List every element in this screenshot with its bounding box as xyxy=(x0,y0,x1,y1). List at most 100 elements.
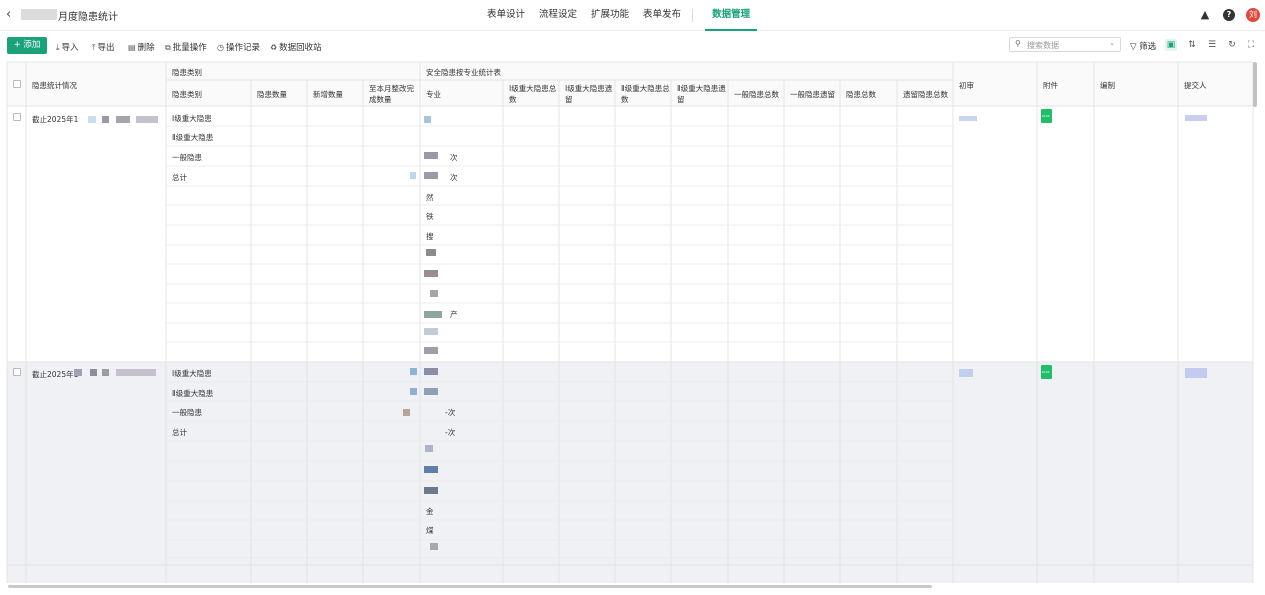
redacted-block xyxy=(424,172,438,179)
view-card-icon[interactable]: ▣ xyxy=(1165,39,1177,51)
redacted-block xyxy=(116,369,156,376)
search-input[interactable]: ⚲ 搜索数据 ⌄ xyxy=(1009,37,1121,52)
redacted-block xyxy=(410,368,417,375)
specialty-text: 搜 xyxy=(426,232,434,241)
recycle-icon: ♻ xyxy=(270,43,278,52)
tab-publish[interactable]: 表单发布 xyxy=(636,0,688,31)
vertical-scrollbar[interactable] xyxy=(1253,62,1257,107)
category-cell: 一般隐患 xyxy=(172,408,202,417)
title-redacted xyxy=(21,9,57,20)
specialty-text: 煤 xyxy=(426,526,434,535)
specialty-text: 然 xyxy=(426,193,434,202)
select-all-checkbox[interactable] xyxy=(13,80,21,88)
redacted-block xyxy=(88,116,96,123)
category-cell: 总计 xyxy=(172,173,187,182)
col-left-total-header[interactable]: 遗留隐患总数 xyxy=(903,89,948,100)
help-icon[interactable]: ? xyxy=(1223,9,1235,21)
specialty-text: 金 xyxy=(426,507,434,516)
redacted-block xyxy=(424,368,438,375)
col-attachment-header[interactable]: 附件 xyxy=(1043,80,1058,91)
category-cell: Ⅱ级重大隐患 xyxy=(172,389,214,398)
category-cell: 一般隐患 xyxy=(172,153,202,162)
delete-button[interactable]: ▤ 删除 xyxy=(128,41,155,53)
redacted-block xyxy=(426,249,436,256)
redacted-block xyxy=(424,388,438,395)
avatar[interactable]: 刘 xyxy=(1246,8,1260,22)
bell-icon[interactable]: ▲ xyxy=(1199,9,1211,21)
category-cell: Ⅱ级重大隐患 xyxy=(172,133,214,142)
row-checkbox[interactable] xyxy=(13,368,21,376)
xlsx-file-icon[interactable]: XLSX xyxy=(1041,365,1052,379)
specialty-text: 次 xyxy=(450,153,458,162)
tab-data-management[interactable]: 数据管理 xyxy=(705,0,758,31)
col-l1-left-header[interactable]: Ⅰ级重大隐患遗留 xyxy=(565,83,615,105)
tab-flow-setting[interactable]: 流程设定 xyxy=(532,0,584,31)
tab-divider xyxy=(692,9,694,22)
clock-icon: ◷ xyxy=(217,43,224,52)
add-button[interactable]: + 添加 xyxy=(7,37,47,54)
filter-icon: ▽ xyxy=(1130,42,1137,52)
col-l2-total-header[interactable]: Ⅱ级重大隐患总数 xyxy=(621,83,671,105)
redacted-reviewer xyxy=(959,116,977,121)
specialty-text: -次 xyxy=(445,408,456,417)
col-review-header[interactable]: 初审 xyxy=(959,80,974,91)
redacted-block xyxy=(424,347,438,354)
refresh-icon[interactable]: ↻ xyxy=(1226,39,1238,51)
log-button[interactable]: ◷ 操作记录 xyxy=(217,41,260,53)
redacted-block xyxy=(424,116,431,123)
col-total-header[interactable]: 隐患总数 xyxy=(846,89,876,100)
batch-button[interactable]: ⧉ 批量操作 xyxy=(165,41,207,53)
page-title: 月度隐患统计 xyxy=(58,12,118,23)
col-situation-header[interactable]: 隐患统计情况 xyxy=(32,80,77,91)
redacted-block xyxy=(136,116,158,123)
col-category-header[interactable]: 隐患类别 xyxy=(172,89,202,100)
row-checkbox[interactable] xyxy=(13,113,21,121)
horizontal-scrollbar[interactable] xyxy=(8,585,932,588)
redacted-block xyxy=(403,409,410,416)
specialty-text: -次 xyxy=(445,428,456,437)
back-chevron-icon[interactable]: ‹ xyxy=(6,7,11,22)
copy-icon: ⧉ xyxy=(165,43,171,52)
redacted-block xyxy=(116,116,130,123)
col-l2-left-header[interactable]: Ⅱ级重大隐患遗留 xyxy=(677,83,727,105)
tab-form-design[interactable]: 表单设计 xyxy=(480,0,532,31)
group-specialty-header: 安全隐患按专业统计表 xyxy=(426,68,501,77)
top-bar: ‹ 月度隐患统计 表单设计 流程设定 扩展功能 表单发布 数据管理 ▲ ? 刘 xyxy=(0,0,1265,31)
row-situation: 截止2025年1 xyxy=(32,370,79,379)
search-placeholder: 搜索数据 xyxy=(1027,41,1059,50)
trash-icon: ▤ xyxy=(128,43,136,52)
redacted-block xyxy=(102,369,109,376)
export-button[interactable]: ⤒ 导出 xyxy=(92,41,115,53)
chevron-down-icon[interactable]: ⌄ xyxy=(1109,39,1115,47)
xlsx-file-icon[interactable]: XLSX xyxy=(1041,109,1052,123)
specialty-text: 次 xyxy=(450,173,458,182)
import-icon: ⤓ xyxy=(56,43,60,52)
col-new-header[interactable]: 新增数量 xyxy=(313,89,343,100)
list-icon[interactable]: ☰ xyxy=(1206,39,1218,51)
specialty-text: 产 xyxy=(450,310,458,319)
sort-icon[interactable]: ⇅ xyxy=(1186,39,1198,51)
col-general-left-header[interactable]: 一般隐患遗留 xyxy=(790,89,835,100)
recycle-button[interactable]: ♻ 数据回收站 xyxy=(270,41,322,53)
redacted-submitter xyxy=(1185,368,1207,378)
import-button[interactable]: ⤓ 导入 xyxy=(56,41,79,53)
col-specialty-header[interactable]: 专业 xyxy=(426,89,441,100)
col-general-total-header[interactable]: 一般隐患总数 xyxy=(734,89,779,100)
redacted-block xyxy=(424,466,438,473)
redacted-block xyxy=(410,172,416,179)
redacted-block xyxy=(424,328,438,335)
col-submitter-header[interactable]: 提交人 xyxy=(1184,80,1207,91)
redacted-block xyxy=(74,369,82,376)
tab-extension[interactable]: 扩展功能 xyxy=(584,0,636,31)
col-count-header[interactable]: 隐患数量 xyxy=(257,89,287,100)
category-cell: Ⅰ级重大隐患 xyxy=(172,369,212,378)
col-l1-total-header[interactable]: Ⅰ级重大隐患总数 xyxy=(509,83,559,105)
filter-button[interactable]: ▽ 筛选 xyxy=(1130,40,1156,52)
row-situation: 截止2025年1 xyxy=(32,115,79,124)
col-author-header[interactable]: 编制 xyxy=(1100,80,1115,91)
header-tabs: 表单设计 流程设定 扩展功能 表单发布 数据管理 xyxy=(480,0,758,31)
col-fixed-header[interactable]: 至本月整改完成数量 xyxy=(369,83,419,105)
specialty-text: 铁 xyxy=(426,212,434,221)
redacted-block xyxy=(424,152,438,159)
fullscreen-icon[interactable]: ⛶ xyxy=(1245,39,1257,51)
